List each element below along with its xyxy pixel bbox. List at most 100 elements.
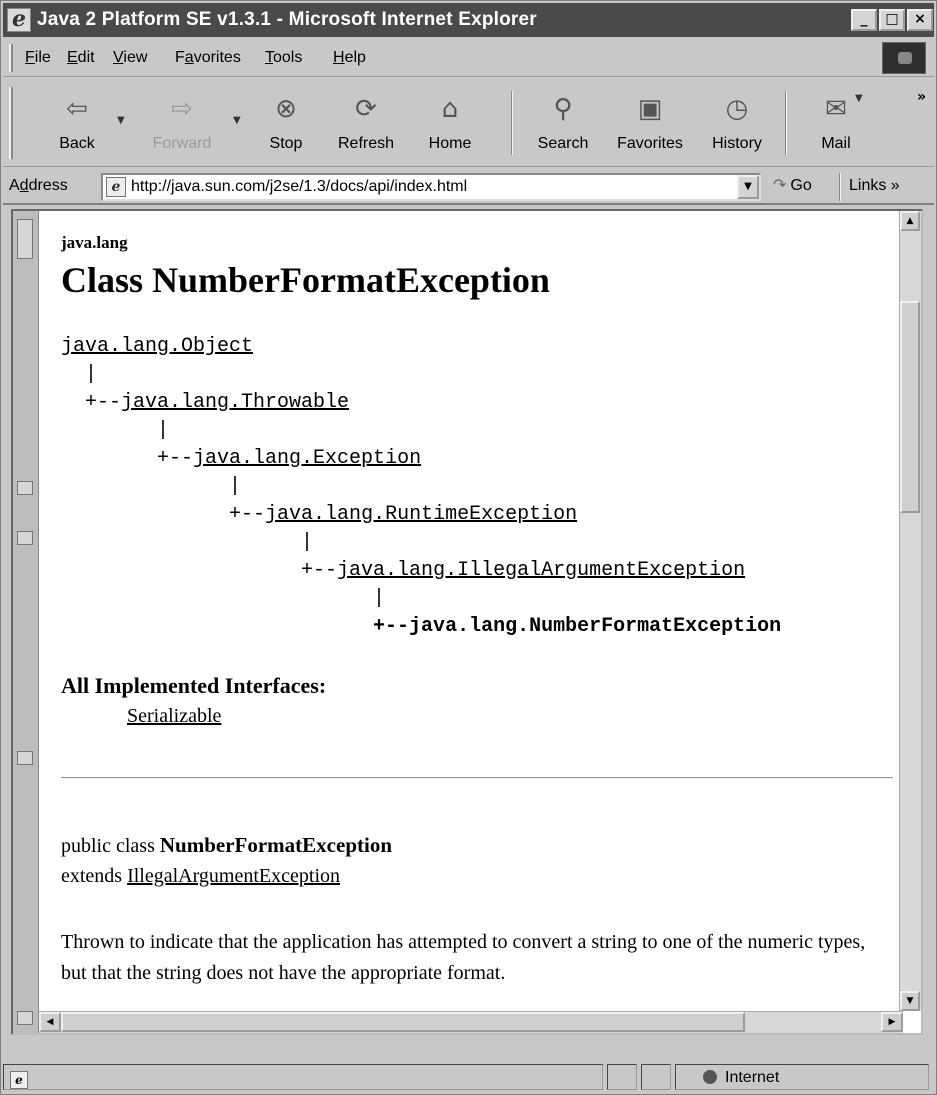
- forward-label: Forward: [152, 135, 212, 152]
- favorites-button[interactable]: ▣ Favorites: [605, 85, 695, 163]
- status-pane: [641, 1064, 671, 1090]
- forward-arrow-icon: ⇨: [171, 94, 193, 124]
- security-zone: Internet: [703, 1069, 779, 1087]
- menu-file-label: ile: [34, 49, 51, 66]
- mail-dropdown-icon[interactable]: ▼: [855, 93, 863, 104]
- hierarchy-pipe-2: |: [61, 419, 170, 442]
- page-icon: e: [106, 177, 126, 197]
- menu-file-mnemonic: F: [25, 49, 35, 66]
- address-field[interactable]: e http://java.sun.com/j2se/1.3/docs/api/…: [101, 173, 761, 201]
- toolbar-grip[interactable]: [9, 87, 13, 159]
- hierarchy-prefix: +--: [61, 391, 122, 414]
- history-icon: ◷: [725, 94, 749, 124]
- hierarchy-line-0: java.lang.Object: [61, 335, 253, 358]
- declaration-modifiers: public class: [61, 835, 160, 857]
- links-separator: [839, 173, 841, 201]
- frame-splitter-handle[interactable]: [17, 481, 33, 495]
- menu-bar-grip[interactable]: [9, 44, 13, 72]
- horizontal-scroll-thumb[interactable]: [61, 1012, 745, 1032]
- hierarchy-prefix: +--: [61, 559, 338, 582]
- stop-button[interactable]: ⊗ Stop: [251, 85, 321, 163]
- scroll-up-arrow-icon[interactable]: ▲: [900, 211, 920, 231]
- frame-splitter-handle[interactable]: [17, 531, 33, 545]
- toolbar-more-chevron-icon[interactable]: »: [917, 89, 926, 105]
- windows-throbber-icon: [882, 42, 926, 74]
- vertical-scrollbar[interactable]: ▲ ▼: [899, 211, 921, 1011]
- search-button[interactable]: ⚲ Search: [523, 85, 603, 163]
- hierarchy-pipe-1: |: [61, 363, 98, 386]
- refresh-button[interactable]: ⟳ Refresh: [323, 85, 409, 163]
- internet-globe-icon: [703, 1070, 717, 1084]
- menu-favorites[interactable]: Favorites: [175, 49, 241, 67]
- menu-edit[interactable]: Edit: [67, 49, 95, 67]
- back-dropdown-icon[interactable]: ▼: [117, 115, 125, 126]
- window-title: Java 2 Platform SE v1.3.1 - Microsoft In…: [37, 9, 537, 30]
- address-dropdown-icon[interactable]: ▼: [737, 175, 759, 199]
- frame-splitter-handle[interactable]: [17, 1011, 33, 1025]
- page-content: java.lang Class NumberFormatException ja…: [11, 209, 923, 1035]
- maximize-button[interactable]: □: [879, 9, 905, 31]
- hierarchy-line-1: +--java.lang.Throwable: [61, 391, 349, 414]
- hierarchy-line-3: +--java.lang.RuntimeException: [61, 503, 577, 526]
- hierarchy-line-4: +--java.lang.IllegalArgumentException: [61, 559, 745, 582]
- link-java-lang-illegalargumentexception[interactable]: java.lang.IllegalArgumentException: [337, 559, 745, 582]
- menu-file[interactable]: File: [25, 49, 51, 67]
- menu-help-label: elp: [344, 49, 366, 66]
- address-url[interactable]: http://java.sun.com/j2se/1.3/docs/api/in…: [131, 178, 467, 196]
- back-button[interactable]: ⇦ Back: [37, 85, 117, 163]
- minimize-button[interactable]: _: [851, 9, 877, 31]
- link-java-lang-object[interactable]: java.lang.Object: [61, 335, 253, 358]
- menu-favorites-pre: F: [175, 49, 185, 66]
- menu-view-mnemonic: V: [113, 49, 124, 66]
- mail-icon: ✉: [825, 94, 847, 124]
- frame-splitter-handle[interactable]: [17, 751, 33, 765]
- search-icon: ⚲: [553, 94, 573, 124]
- stop-icon: ⊗: [275, 94, 297, 124]
- forward-button[interactable]: ⇨ Forward: [137, 85, 227, 163]
- links-button[interactable]: Links »: [849, 177, 900, 195]
- status-bar: e Internet: [3, 1061, 934, 1093]
- close-button[interactable]: ×: [907, 9, 933, 31]
- link-illegalargumentexception[interactable]: IllegalArgumentException: [127, 865, 340, 887]
- scroll-right-arrow-icon[interactable]: ▶: [881, 1012, 903, 1032]
- menu-view-label: iew: [123, 49, 148, 66]
- implemented-interfaces-heading: All Implemented Interfaces:: [61, 673, 327, 698]
- scroll-down-arrow-icon[interactable]: ▼: [900, 991, 920, 1011]
- vertical-scroll-thumb[interactable]: [900, 301, 920, 513]
- address-label-rest: dress: [28, 177, 68, 194]
- hierarchy-pipe-4: |: [61, 531, 314, 554]
- menu-favorites-label: vorites: [193, 49, 241, 66]
- link-java-lang-throwable[interactable]: java.lang.Throwable: [121, 391, 349, 414]
- menu-view[interactable]: View: [113, 49, 147, 67]
- menu-tools[interactable]: Tools: [265, 49, 302, 67]
- hierarchy-prefix: +--: [61, 503, 266, 526]
- home-button[interactable]: ⌂ Home: [413, 85, 487, 163]
- javadoc-document: java.lang Class NumberFormatException ja…: [61, 211, 893, 1033]
- go-button[interactable]: ↷ Go: [773, 175, 812, 195]
- page-status-icon: e: [10, 1071, 28, 1089]
- menu-favorites-mnemonic: a: [184, 49, 194, 66]
- menu-help[interactable]: Help: [333, 49, 366, 67]
- link-java-lang-exception[interactable]: java.lang.Exception: [193, 447, 421, 470]
- menu-help-mnemonic: H: [333, 49, 345, 66]
- go-arrow-icon: ↷: [773, 177, 787, 194]
- refresh-label: Refresh: [337, 135, 395, 152]
- link-java-lang-runtimeexception[interactable]: java.lang.RuntimeException: [265, 503, 577, 526]
- go-label: Go: [790, 177, 812, 194]
- scroll-left-arrow-icon[interactable]: ◀: [39, 1012, 61, 1032]
- hierarchy-pipe-3: |: [61, 475, 242, 498]
- menu-bar: File Edit View Favorites Tools Help: [3, 39, 934, 77]
- security-zone-label: Internet: [725, 1069, 780, 1086]
- extends-declaration: extends IllegalArgumentException: [61, 865, 340, 888]
- hierarchy-current-class: +--java.lang.NumberFormatException: [61, 615, 782, 638]
- class-description: Thrown to indicate that the application …: [61, 931, 866, 984]
- address-label-pre: A: [9, 177, 20, 194]
- forward-dropdown-icon[interactable]: ▼: [233, 115, 241, 126]
- history-label: History: [712, 135, 762, 152]
- ie-logo-icon[interactable]: [7, 6, 31, 32]
- frame-resize-handle[interactable]: [17, 219, 33, 259]
- search-label: Search: [537, 135, 589, 152]
- horizontal-scrollbar[interactable]: ◀ ▶: [39, 1011, 903, 1033]
- link-serializable[interactable]: Serializable: [127, 705, 221, 728]
- history-button[interactable]: ◷ History: [697, 85, 777, 163]
